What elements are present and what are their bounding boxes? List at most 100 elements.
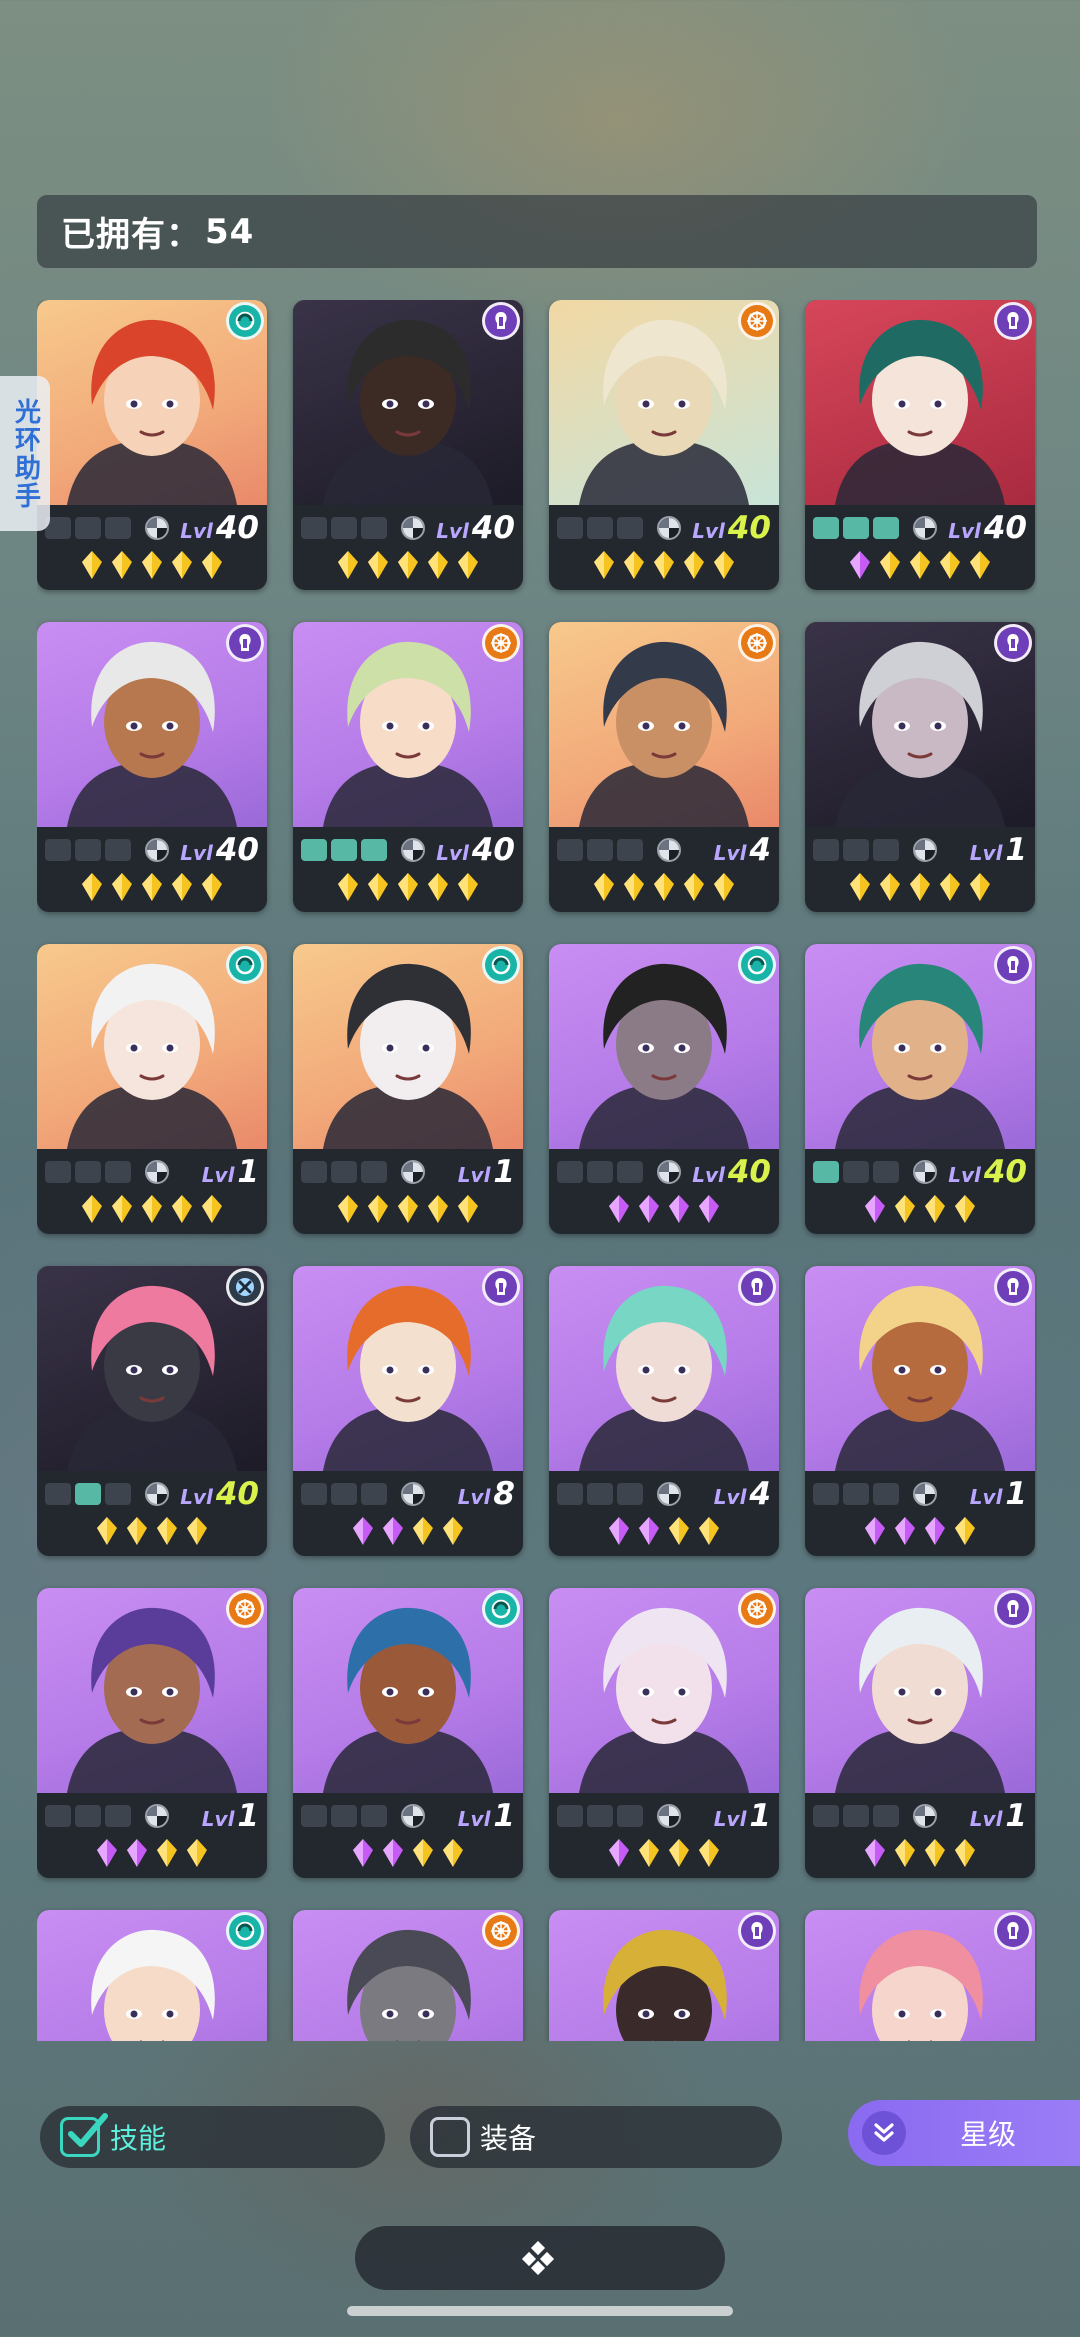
equipment-slot: [587, 1805, 613, 1827]
level-label: Lvl: [713, 1807, 747, 1831]
equipment-slot: [45, 1805, 71, 1827]
gold-gem-icon: [112, 873, 132, 901]
equipment-filter-toggle[interactable]: 装备: [410, 2106, 782, 2168]
gold-gem-icon: [925, 1839, 945, 1867]
hero-info-row: Lvl 40: [557, 1154, 771, 1190]
hero-info-row: Lvl 1: [45, 1154, 259, 1190]
skill-wheel-icon: [401, 516, 425, 540]
hero-card[interactable]: Lvl 4: [549, 1266, 779, 1556]
gold-gem-icon: [398, 551, 418, 579]
skill-wheel-icon: [657, 1482, 681, 1506]
gold-gem-icon: [880, 873, 900, 901]
gold-gem-icon: [895, 1195, 915, 1223]
equipment-slot: [557, 839, 583, 861]
level-number: 40: [727, 510, 771, 546]
skill-wheel-icon: [657, 1160, 681, 1184]
star-gems: [805, 1192, 1035, 1226]
skill-filter-toggle[interactable]: 技能: [40, 2106, 385, 2168]
purple-gem-icon: [925, 1517, 945, 1545]
level-number: 4: [749, 832, 771, 868]
hero-card[interactable]: Lvl 40: [549, 944, 779, 1234]
equipment-slot: [843, 517, 869, 539]
purple-element-icon: [738, 1912, 776, 1950]
hero-card[interactable]: Lvl 1: [805, 1588, 1035, 1878]
skill-wheel-icon: [913, 516, 937, 540]
cyan-element-icon: [738, 946, 776, 984]
purple-gem-icon: [353, 1517, 373, 1545]
hero-card[interactable]: Lvl 1: [37, 1588, 267, 1878]
hero-level: Lvl 40: [180, 1476, 259, 1512]
level-label: Lvl: [436, 519, 469, 543]
equipment-slot: [813, 1805, 839, 1827]
hero-card[interactable]: Lvl 1: [805, 622, 1035, 912]
purple-element-icon: [994, 624, 1032, 662]
equipment-slot: [813, 1161, 839, 1183]
gold-gem-icon: [925, 1195, 945, 1223]
hero-card[interactable]: Lvl 1: [37, 944, 267, 1234]
gold-gem-icon: [684, 551, 704, 579]
hero-card[interactable]: [293, 1910, 523, 2041]
home-indicator[interactable]: [347, 2306, 733, 2316]
orange-element-icon: [738, 624, 776, 662]
skill-wheel-icon: [145, 1482, 169, 1506]
hero-card[interactable]: Lvl 40: [37, 300, 267, 590]
hero-card[interactable]: Lvl 1: [805, 1266, 1035, 1556]
gold-gem-icon: [443, 1517, 463, 1545]
level-label: Lvl: [948, 1163, 981, 1187]
hero-card[interactable]: [805, 1910, 1035, 2041]
hero-card[interactable]: Lvl 1: [549, 1588, 779, 1878]
hero-level: Lvl 40: [692, 510, 771, 546]
purple-element-icon: [994, 302, 1032, 340]
level-number: 40: [471, 510, 515, 546]
purple-element-icon: [482, 302, 520, 340]
star-sort-button[interactable]: 星级: [848, 2100, 1080, 2166]
purple-gem-icon: [353, 1839, 373, 1867]
hero-info-row: Lvl 40: [45, 510, 259, 546]
star-gems: [293, 1836, 523, 1870]
star-gems: [549, 548, 779, 582]
gold-gem-icon: [624, 551, 644, 579]
gold-gem-icon: [202, 873, 222, 901]
level-number: 1: [1005, 832, 1027, 868]
equipment-slot: [843, 839, 869, 861]
hero-info-row: Lvl 40: [813, 510, 1027, 546]
skill-wheel-icon: [401, 1804, 425, 1828]
hero-info-row: Lvl 4: [557, 832, 771, 868]
gold-gem-icon: [910, 873, 930, 901]
equipment-slot: [45, 839, 71, 861]
equipment-slot: [587, 1161, 613, 1183]
level-label: Lvl: [457, 1807, 491, 1831]
star-gems: [293, 1192, 523, 1226]
equipment-slot: [361, 1161, 387, 1183]
equipment-slot: [873, 1161, 899, 1183]
gold-gem-icon: [458, 1195, 478, 1223]
helper-side-tab[interactable]: 光环助手: [0, 376, 50, 531]
equipment-slot: [587, 517, 613, 539]
hero-card[interactable]: Lvl 40: [37, 622, 267, 912]
gold-gem-icon: [699, 1517, 719, 1545]
hero-card[interactable]: Lvl 40: [293, 622, 523, 912]
hero-card[interactable]: Lvl 40: [805, 300, 1035, 590]
hero-card[interactable]: Lvl 1: [293, 1588, 523, 1878]
gold-gem-icon: [955, 1517, 975, 1545]
gold-gem-icon: [699, 1839, 719, 1867]
hero-card[interactable]: [549, 1910, 779, 2041]
equipment-slot: [331, 1805, 357, 1827]
hero-card[interactable]: Lvl 1: [293, 944, 523, 1234]
expand-panel-button[interactable]: [355, 2226, 725, 2290]
star-sort-label: 星级: [960, 2118, 1017, 2151]
hero-card[interactable]: Lvl 8: [293, 1266, 523, 1556]
equipment-slot: [75, 1483, 101, 1505]
hero-level: Lvl 1: [714, 1798, 771, 1834]
hero-grid-viewport[interactable]: Lvl 40 Lvl 40 Lvl 40 Lvl 40 Lvl 40 Lvl 4…: [37, 300, 1037, 2041]
skill-checkbox[interactable]: [60, 2113, 108, 2157]
equipment-checkbox[interactable]: [430, 2117, 470, 2157]
hero-card[interactable]: Lvl 4: [549, 622, 779, 912]
hero-info-row: Lvl 40: [557, 510, 771, 546]
skill-wheel-icon: [401, 1160, 425, 1184]
hero-card[interactable]: Lvl 40: [293, 300, 523, 590]
hero-card[interactable]: [37, 1910, 267, 2041]
hero-card[interactable]: Lvl 40: [37, 1266, 267, 1556]
hero-card[interactable]: Lvl 40: [805, 944, 1035, 1234]
hero-card[interactable]: Lvl 40: [549, 300, 779, 590]
